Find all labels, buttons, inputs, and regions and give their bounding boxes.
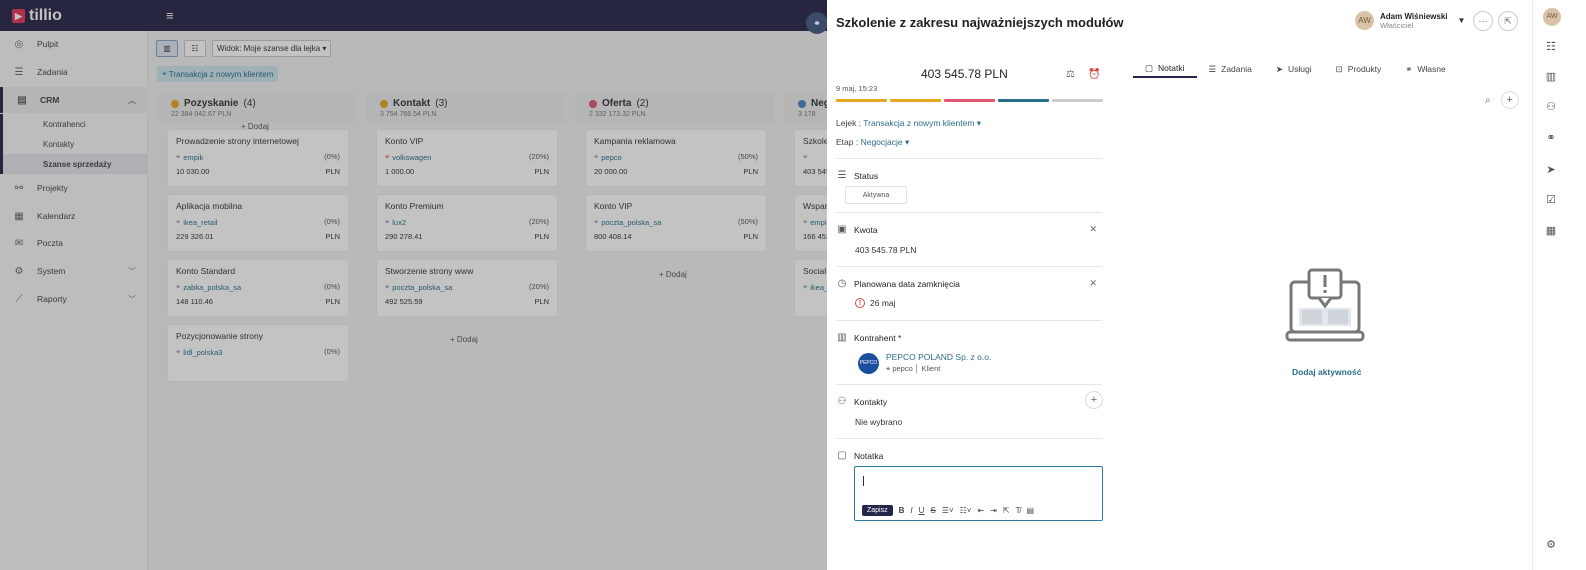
bullet-list-icon[interactable]: ☰˅ <box>942 506 954 515</box>
tab-zadania[interactable]: ☰ Zadania <box>1197 60 1264 78</box>
caret-down-icon: ▼ <box>1457 16 1466 25</box>
custom-icon: ⚭ <box>1405 63 1413 74</box>
money-icon: ▣ <box>837 224 847 235</box>
tab-usługi[interactable]: ➤ Usługi <box>1264 60 1324 78</box>
kwota-section: ▣ Kwota ✕ <box>836 212 1102 266</box>
text-caret <box>863 476 864 486</box>
editor-toolbar: Zapisz B I U S ☰˅ ☷˅ ⇤ ⇥ ⇱ T̸ ▤ <box>862 505 1034 516</box>
close-date-value[interactable]: ! 26 maj <box>855 298 896 308</box>
users-icon[interactable]: ⚇ <box>1543 100 1559 113</box>
add-activity-button[interactable]: + <box>1500 91 1519 109</box>
strike-icon[interactable]: S <box>930 506 935 515</box>
kwota-value: 403 545.78 PLN <box>855 245 917 255</box>
stage-progress[interactable] <box>836 99 1103 102</box>
save-note-button[interactable]: Zapisz <box>862 505 893 516</box>
tab-produkty[interactable]: ⊡ Produkty <box>1324 60 1394 78</box>
more-icon: ⋯ <box>1478 15 1488 26</box>
close-icon[interactable]: ✕ <box>1089 278 1097 289</box>
tasks-icon: ☰ <box>1208 63 1217 74</box>
underline-icon[interactable]: U <box>919 506 925 515</box>
note-editor[interactable]: Zapisz B I U S ☰˅ ☷˅ ⇤ ⇥ ⇱ T̸ ▤ <box>854 466 1103 521</box>
avatar: AW <box>1355 11 1374 30</box>
stage-segment[interactable] <box>998 99 1049 102</box>
italic-icon[interactable]: I <box>910 506 912 515</box>
numbered-list-icon[interactable]: ☷˅ <box>960 506 972 515</box>
note-icon: ▢ <box>837 450 847 461</box>
right-toolbar: AW ☷ ▥ ⚇ ⚭ ➤ ☑ ▦ ⚙ <box>1532 0 1586 570</box>
kontrahent-card[interactable]: PEPCO PEPCO POLAND Sp. z o.o. ⌖ pepco │ … <box>858 352 991 374</box>
company-logo: PEPCO <box>858 352 879 374</box>
more-button[interactable]: ⋯ <box>1473 11 1493 31</box>
scale-icon[interactable]: ⚖ <box>1066 69 1075 80</box>
status-badge[interactable]: Aktywna <box>845 186 907 204</box>
bold-icon[interactable]: B <box>899 506 905 515</box>
etap-row: Etap : Negocjacje ▾ <box>836 137 910 147</box>
building-icon: ▥ <box>837 332 847 343</box>
detail-panel: Szkolenie z zakresu najważniejszych modu… <box>827 0 1532 570</box>
lejek-select[interactable]: Transakcja z nowym klientem ▾ <box>863 118 981 128</box>
empty-state-illustration <box>1285 268 1365 342</box>
indent-icon[interactable]: ⇥ <box>990 506 997 515</box>
link-icon[interactable]: ⇱ <box>1003 506 1010 515</box>
activity-tools: ⌕ + <box>1485 91 1519 109</box>
outdent-icon[interactable]: ⇤ <box>977 506 984 515</box>
users-icon: ⚇ <box>837 396 847 407</box>
handshake-icon: ⚭ <box>806 12 828 34</box>
bell-icon[interactable]: ⏰ <box>1088 69 1100 80</box>
owner-select[interactable]: AW Adam Wiśniewski Właściciel ▼ <box>1355 11 1465 30</box>
plus-icon: + <box>1090 394 1098 406</box>
activity-tabs: ▢ Notatki ☰ Zadania ➤ Usługi ⊡ Produkty ⚭ Własne <box>1133 60 1458 78</box>
cart-icon: ⊡ <box>1335 63 1343 74</box>
note-icon: ▢ <box>1145 62 1154 73</box>
open-external-button[interactable]: ⇱ <box>1498 11 1518 31</box>
etap-select[interactable]: Negocjacje ▾ <box>861 137 910 147</box>
close-date-section: ◷ Planowana data zamknięcia ✕ <box>836 266 1102 320</box>
tab-własne[interactable]: ⚭ Własne <box>1393 60 1457 78</box>
avatar[interactable]: AW <box>1543 8 1561 26</box>
stage-segment[interactable] <box>944 99 995 102</box>
stage-segment[interactable] <box>890 99 941 102</box>
company-link[interactable]: PEPCO POLAND Sp. z o.o. <box>886 352 991 362</box>
created-date: 9 maj, 15:23 <box>836 84 878 93</box>
add-activity-link[interactable]: Dodaj aktywność <box>1292 367 1361 377</box>
send-icon[interactable]: ➤ <box>1543 163 1559 176</box>
tab-notatki[interactable]: ▢ Notatki <box>1133 60 1197 78</box>
calendar-icon[interactable]: ▦ <box>1543 224 1559 237</box>
checklist-icon[interactable]: ☑ <box>1543 193 1559 206</box>
search-icon[interactable]: ⌕ <box>1485 95 1491 106</box>
page-title: Szkolenie z zakresu najważniejszych modu… <box>836 15 1124 30</box>
company-tags: ⌖ pepco │ Klient <box>886 364 941 373</box>
kontakty-value: Nie wybrano <box>855 417 903 427</box>
kontakty-section: ⚇ Kontakty <box>836 384 1102 438</box>
modal-overlay[interactable] <box>0 0 827 570</box>
external-link-icon: ⇱ <box>1504 15 1512 26</box>
stage-segment[interactable] <box>1052 99 1103 102</box>
lejek-row: Lejek : Transakcja z nowym klientem ▾ <box>836 118 982 128</box>
settings-icon[interactable]: ⚙ <box>1543 538 1559 551</box>
send-icon: ➤ <box>1275 63 1283 74</box>
warning-icon: ! <box>855 298 865 308</box>
close-icon[interactable]: ✕ <box>1089 224 1097 235</box>
paste-icon[interactable]: ▤ <box>1026 506 1034 515</box>
clear-format-icon[interactable]: T̸ <box>1016 506 1021 515</box>
status-icon: ☰ <box>837 170 847 181</box>
deal-amount: 403 545.78 PLN <box>921 67 1008 81</box>
list-icon[interactable]: ☷ <box>1543 40 1559 53</box>
building-icon[interactable]: ▥ <box>1543 70 1559 83</box>
stage-segment[interactable] <box>836 99 887 102</box>
handshake-icon[interactable]: ⚭ <box>1543 131 1559 144</box>
clock-icon: ◷ <box>837 278 847 289</box>
add-contact-button[interactable]: + <box>1085 391 1103 409</box>
